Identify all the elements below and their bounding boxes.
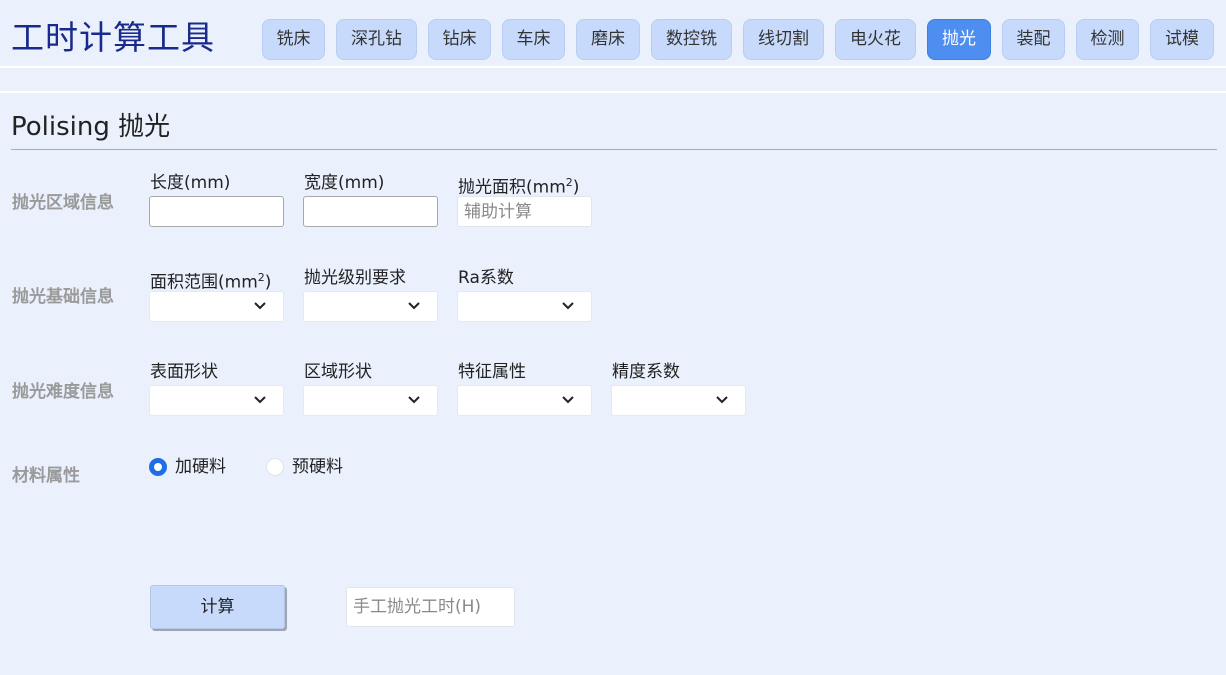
area-range-label-close: ) [264, 272, 272, 293]
chevron-down-icon [562, 396, 574, 404]
radio-hardened-label: 加硬料 [175, 457, 226, 477]
radio-prehardened-label: 预硬料 [292, 457, 343, 477]
polish-level-select[interactable] [303, 291, 438, 322]
feature-attr-label: 特征属性 [458, 362, 526, 382]
app-header: 工时计算工具 铣床 深孔钻 钻床 车床 磨床 数控铣 线切割 电火花 抛光 装配… [0, 0, 1226, 68]
tab-grinder[interactable]: 磨床 [576, 19, 640, 60]
page-title: Polising 抛光 [11, 112, 171, 142]
nav-tabs: 铣床 深孔钻 钻床 车床 磨床 数控铣 线切割 电火花 抛光 装配 检测 试模 [0, 19, 1226, 60]
chevron-down-icon [254, 396, 266, 404]
tab-polishing[interactable]: 抛光 [927, 19, 991, 60]
radio-unchecked-icon[interactable] [266, 458, 284, 476]
tab-cnc-milling[interactable]: 数控铣 [651, 19, 732, 60]
area-range-label-text: 面积范围(mm [150, 272, 258, 293]
precision-coef-select[interactable] [611, 385, 746, 416]
tab-assembly[interactable]: 装配 [1002, 19, 1065, 60]
tab-lathe[interactable]: 车床 [502, 19, 565, 60]
precision-coef-label: 精度系数 [612, 362, 680, 382]
surface-shape-label: 表面形状 [150, 362, 218, 382]
chevron-down-icon [408, 396, 420, 404]
length-label: 长度(mm) [150, 173, 231, 193]
area-range-label: 面积范围(mm2) [150, 267, 271, 294]
area-label: 抛光面积(mm2) [458, 172, 579, 199]
region-shape-select[interactable] [303, 385, 438, 416]
tab-milling[interactable]: 铣床 [262, 19, 325, 60]
row-label-basic-info: 抛光基础信息 [12, 287, 114, 307]
chevron-down-icon [254, 302, 266, 310]
area-label-sup: 2 [565, 176, 573, 189]
calculate-button[interactable]: 计算 [150, 585, 285, 629]
area-input[interactable] [457, 196, 592, 227]
chevron-down-icon [716, 396, 728, 404]
result-output[interactable] [346, 587, 515, 627]
header-divider [0, 91, 1226, 93]
tab-drill[interactable]: 钻床 [428, 19, 491, 60]
title-rule [11, 149, 1217, 150]
length-input[interactable] [149, 196, 284, 227]
feature-attr-select[interactable] [457, 385, 592, 416]
tab-edm[interactable]: 电火花 [835, 19, 916, 60]
tab-wire-cut[interactable]: 线切割 [743, 19, 824, 60]
radio-hardened[interactable]: 加硬料 [149, 456, 249, 478]
chevron-down-icon [408, 302, 420, 310]
width-input[interactable] [303, 196, 438, 227]
ra-select[interactable] [457, 291, 592, 322]
chevron-down-icon [562, 302, 574, 310]
area-label-close: ) [572, 177, 580, 198]
area-range-label-sup: 2 [257, 271, 265, 284]
width-label: 宽度(mm) [304, 173, 385, 193]
area-range-select[interactable] [149, 291, 284, 322]
area-label-text: 抛光面积(mm [458, 177, 566, 198]
tab-deep-hole-drill[interactable]: 深孔钻 [336, 19, 417, 60]
row-label-difficulty-info: 抛光难度信息 [12, 382, 114, 402]
ra-label: Ra系数 [458, 268, 514, 288]
row-label-area-info: 抛光区域信息 [12, 193, 114, 213]
region-shape-label: 区域形状 [304, 362, 372, 382]
radio-prehardened[interactable]: 预硬料 [266, 456, 366, 478]
tab-mold-trial[interactable]: 试模 [1150, 19, 1214, 60]
surface-shape-select[interactable] [149, 385, 284, 416]
radio-checked-icon[interactable] [149, 458, 167, 476]
tab-inspection[interactable]: 检测 [1076, 19, 1139, 60]
polish-level-label: 抛光级别要求 [304, 268, 406, 288]
row-label-material: 材料属性 [12, 466, 80, 486]
